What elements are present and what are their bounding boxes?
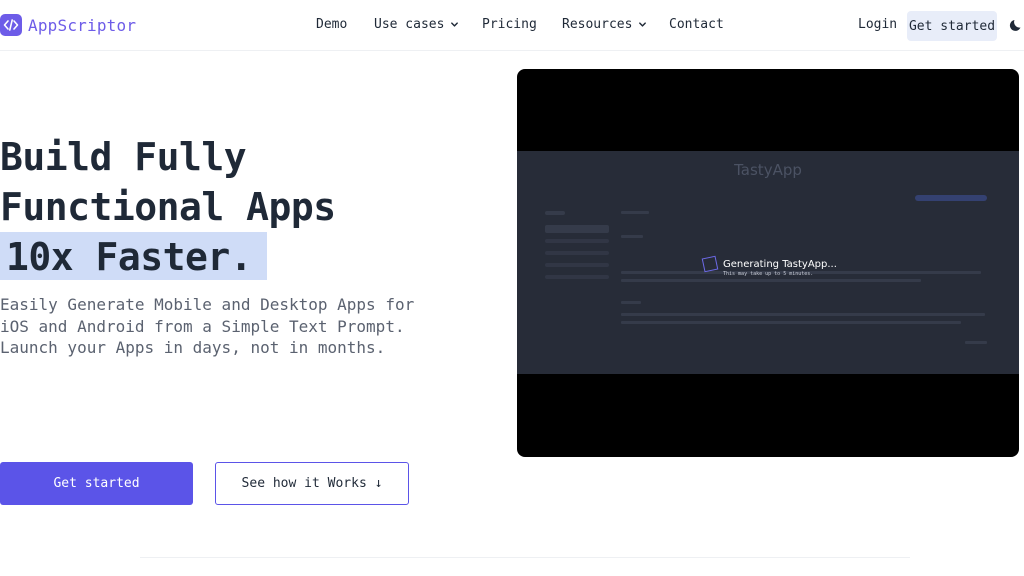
video-sidebar-item: [545, 251, 609, 255]
moon-icon[interactable]: [1009, 17, 1024, 33]
loading-spinner-icon: [701, 255, 719, 273]
generating-note: This may take up to 5 minutes.: [723, 271, 814, 277]
subtitle-line: iOS and Android from a Simple Text Promp…: [0, 316, 405, 336]
generating-title: Generating TastyApp...: [723, 258, 837, 270]
chevron-down-icon: [639, 22, 647, 27]
video-sidebar-item: [545, 263, 609, 267]
video-content-line: [621, 321, 961, 324]
hero-subtitle: Easily Generate Mobile and Desktop Apps …: [0, 294, 414, 359]
video-content-line: [621, 313, 985, 316]
nav-link-pricing[interactable]: Pricing: [482, 17, 537, 32]
nav-link-resources[interactable]: Resources: [562, 17, 647, 32]
video-glow-bar: [915, 195, 987, 201]
chevron-down-icon: [451, 22, 459, 27]
nav-link-label: Contact: [669, 17, 724, 32]
video-app-title: TastyApp: [734, 161, 802, 179]
nav-link-label: Demo: [316, 17, 348, 32]
headline-line: Functional Apps: [0, 185, 336, 229]
nav-link-demo[interactable]: Demo: [316, 17, 347, 32]
video-sidebar-item: [545, 211, 565, 215]
nav-link-use-cases[interactable]: Use cases: [374, 17, 459, 32]
video-content-line: [965, 341, 987, 344]
brand-link[interactable]: AppScriptor: [0, 14, 136, 36]
code-logo-icon: [0, 14, 22, 36]
top-navbar: AppScriptor Demo Use cases Pricing Resou…: [0, 0, 1024, 51]
see-how-it-works-button[interactable]: See how it Works ↓: [215, 462, 409, 505]
section-divider: [140, 557, 910, 558]
hero-headline: Build Fully Functional Apps 10x Faster.: [0, 132, 336, 282]
nav-link-label: Use cases: [374, 17, 445, 32]
video-content-line: [621, 211, 649, 214]
nav-get-started-button[interactable]: Get started: [907, 11, 997, 41]
nav-link-label: Resources: [562, 17, 633, 32]
video-sidebar-item: [545, 275, 609, 279]
nav-link-contact[interactable]: Contact: [669, 17, 724, 32]
login-link[interactable]: Login: [858, 17, 897, 32]
demo-video[interactable]: TastyApp Generating TastyApp... This may…: [517, 69, 1019, 457]
video-sidebar-item: [545, 239, 609, 243]
headline-line: Build Fully: [0, 135, 247, 179]
subtitle-line: Easily Generate Mobile and Desktop Apps …: [0, 295, 415, 314]
get-started-button[interactable]: Get started: [0, 462, 193, 505]
headline-highlight-text: 10x Faster.: [6, 235, 253, 279]
video-content-line: [621, 301, 641, 304]
brand-name: AppScriptor: [28, 15, 137, 35]
video-app-frame: TastyApp Generating TastyApp... This may…: [517, 151, 1019, 374]
video-content-line: [621, 235, 643, 238]
nav-link-label: Pricing: [482, 17, 537, 32]
video-sidebar-item: [545, 225, 609, 233]
video-generating-status: Generating TastyApp...: [701, 255, 837, 273]
video-content-line: [621, 279, 921, 282]
subtitle-line: Launch your Apps in days, not in months.: [0, 338, 386, 357]
